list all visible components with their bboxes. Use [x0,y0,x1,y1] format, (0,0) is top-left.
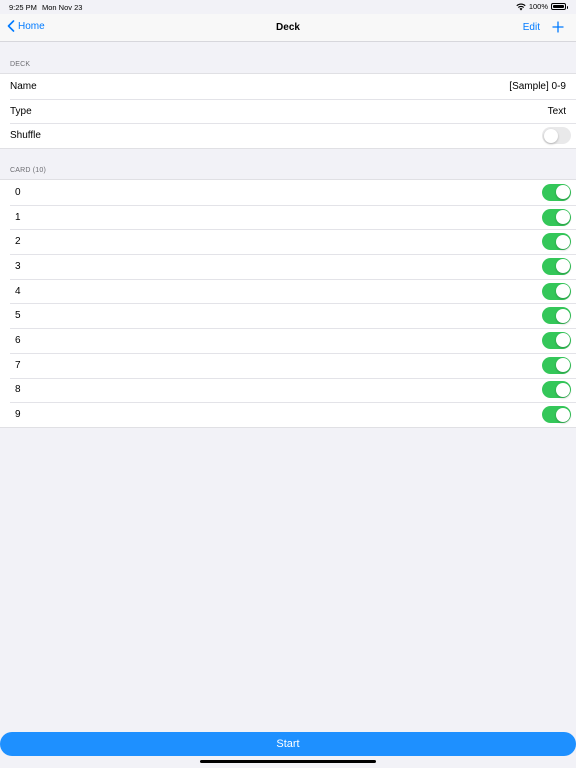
navigation-bar: Home Deck Edit [0,14,576,42]
status-bar: 9:25 PM Mon Nov 23 100% [0,0,576,14]
status-time: 9:25 PM [9,3,37,12]
card-toggle[interactable] [542,282,571,300]
card-row: 2 [0,229,576,254]
card-row: 4 [0,278,576,304]
status-right: 100% [516,2,568,11]
card-toggle[interactable] [542,331,571,349]
battery-icon [551,3,568,10]
card-row: 0 [0,180,576,205]
card-row: 5 [0,303,576,328]
name-row[interactable]: Name [Sample] 0-9 [0,74,576,99]
card-label: 4 [15,285,21,297]
type-label: Type [10,105,32,117]
type-row[interactable]: Type Text [0,98,576,124]
home-indicator [200,760,376,763]
card-toggle[interactable] [542,233,571,251]
card-row: 1 [0,204,576,230]
card-label: 0 [15,186,21,198]
wifi-icon [516,3,526,10]
name-label: Name [10,80,37,92]
shuffle-row: Shuffle [0,123,576,148]
card-label: 7 [15,359,21,371]
type-value: Text [547,105,566,117]
card-label: 3 [15,260,21,272]
card-label: 1 [15,211,21,223]
card-section-header: CARD (10) [10,167,47,174]
battery-percent: 100% [528,2,548,11]
card-toggle[interactable] [542,406,571,424]
card-toggle[interactable] [542,307,571,325]
card-row: 7 [0,352,576,378]
card-row: 6 [0,328,576,353]
shuffle-label: Shuffle [10,130,41,142]
name-value: [Sample] 0-9 [509,80,566,92]
card-row: 3 [0,254,576,279]
card-toggle[interactable] [542,208,571,226]
card-label: 2 [15,236,21,248]
card-row: 8 [0,377,576,403]
plus-icon[interactable] [552,21,564,33]
deck-section-header: DECK [10,61,31,68]
deck-settings-group: Name [Sample] 0-9 Type Text Shuffle [0,73,576,150]
card-label: 5 [15,310,21,322]
edit-button[interactable]: Edit [523,22,540,33]
start-button[interactable]: Start [0,732,576,756]
card-list: 0 1 2 3 4 5 6 7 8 9 [0,179,576,428]
card-row: 9 [0,402,576,427]
card-toggle[interactable] [542,183,571,201]
card-toggle[interactable] [542,381,571,399]
card-toggle[interactable] [542,356,571,374]
page-title: Deck [276,22,300,33]
card-label: 9 [15,409,21,421]
card-label: 6 [15,334,21,346]
status-date: Mon Nov 23 [42,3,83,12]
card-toggle[interactable] [542,257,571,275]
card-label: 8 [15,384,21,396]
shuffle-toggle[interactable] [542,127,571,145]
